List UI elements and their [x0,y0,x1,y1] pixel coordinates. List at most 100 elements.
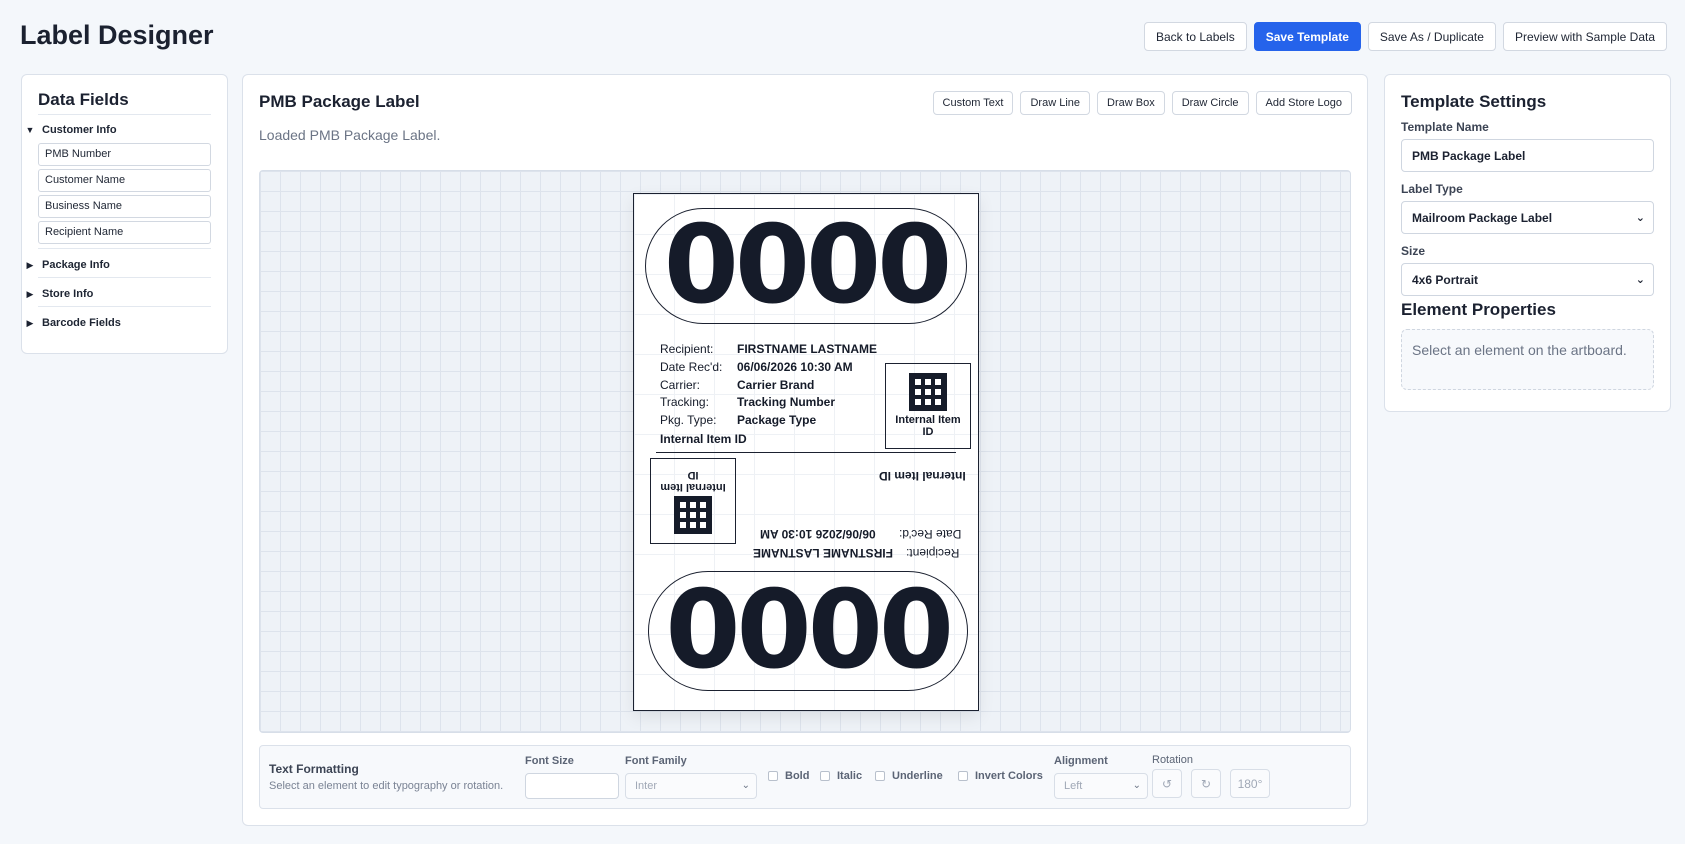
text-formatting-bar: Text Formatting Select an element to edi… [259,745,1351,809]
tracking-row[interactable]: Tracking: Tracking Number [660,395,835,409]
text-formatting-title: Text Formatting [269,762,359,776]
group-label: Package Info [42,259,110,271]
draw-line-button[interactable]: Draw Line [1020,91,1091,115]
size-label: Size [1401,244,1426,258]
flipped-recipient-key[interactable]: Recipient: [906,546,959,560]
size-value: 4x6 Portrait [1412,273,1479,287]
group-package-info[interactable]: ▶ Package Info [24,257,211,275]
carrier-row[interactable]: Carrier: Carrier Brand [660,378,814,392]
chevron-down-icon: ⌄ [741,780,750,791]
label-type-label: Label Type [1401,182,1463,196]
bold-label: Bold [785,770,810,782]
canvas-panel: PMB Package Label Loaded PMB Package Lab… [242,74,1368,826]
qr-code-icon [909,373,947,411]
font-family-label: Font Family [625,755,687,767]
field-pmb-number[interactable]: PMB Number [38,143,211,166]
checkbox-box [820,771,830,781]
draw-circle-button[interactable]: Draw Circle [1171,91,1249,115]
field-customer-name[interactable]: Customer Name [38,169,211,192]
pmb-number-text: 0000 [663,203,953,328]
row-key: Date Rec'd: [660,360,723,374]
save-template-button[interactable]: Save Template [1253,22,1361,51]
group-barcode-fields[interactable]: ▶ Barcode Fields [24,315,211,333]
checkbox-box [958,771,968,781]
flipped-internal-id-element[interactable]: Internal Item ID [879,469,966,483]
flipped-date-key[interactable]: Date Rec'd: [899,527,961,541]
top-actions: Back to Labels Save Template Save As / D… [1144,22,1667,51]
font-size-input[interactable] [525,773,619,799]
invert-colors-checkbox[interactable]: Invert Colors [958,770,1043,782]
row-value: FIRSTNAME LASTNAME [737,342,877,356]
caret-right-icon: ▶ [26,317,34,328]
row-key: Pkg. Type: [660,413,717,427]
label-canvas[interactable]: 0000 Recipient: FIRSTNAME LASTNAME Date … [633,193,979,711]
alignment-label: Alignment [1054,755,1108,767]
save-as-duplicate-button[interactable]: Save As / Duplicate [1367,22,1496,51]
row-value: Tracking Number [737,395,836,409]
label-type-value: Mailroom Package Label [1412,211,1553,225]
template-settings-title: Template Settings [1401,92,1547,111]
row-key: Recipient: [660,342,714,356]
bold-checkbox[interactable]: Bold [768,770,809,782]
internal-id-element[interactable]: Internal Item ID [660,432,747,446]
back-to-labels-button[interactable]: Back to Labels [1144,22,1247,51]
row-value: Package Type [737,413,817,427]
pmb-number-element[interactable]: 0000 [645,208,967,324]
row-key: Carrier: [660,378,701,392]
drawing-tools: Custom Text Draw Line Draw Box Draw Circ… [932,91,1352,115]
group-label: Customer Info [42,124,117,136]
flipped-recipient-value[interactable]: FIRSTNAME LASTNAME [753,546,893,560]
pmb-number-text: 0000 [665,568,951,693]
group-customer-info[interactable]: ▼ Customer Info [24,122,211,140]
italic-label: Italic [837,770,863,782]
group-store-info[interactable]: ▶ Store Info [24,286,211,304]
group-label: Store Info [42,288,94,300]
flipped-date-value[interactable]: 06/06/2026 10:30 AM [760,527,876,541]
qr-code-icon [674,496,712,534]
rotation-label: Rotation [1152,754,1193,766]
template-name-label: Template Name [1401,120,1489,134]
font-family-select[interactable]: Inter ⌄ [625,773,757,799]
divider [38,277,211,278]
data-fields-title: Data Fields [38,90,211,115]
alignment-select[interactable]: Left ⌄ [1054,773,1148,799]
rotate-right-icon[interactable]: ↻ [1191,769,1221,798]
draw-box-button[interactable]: Draw Box [1097,91,1165,115]
field-recipient-name[interactable]: Recipient Name [38,221,211,244]
package-type-row[interactable]: Pkg. Type: Package Type [660,413,816,427]
field-business-name[interactable]: Business Name [38,195,211,218]
recipient-row[interactable]: Recipient: FIRSTNAME LASTNAME [660,342,877,356]
rotate-180-button[interactable]: 180° [1230,769,1270,798]
rotate-left-icon[interactable]: ↺ [1152,769,1182,798]
qr-code-label: Internal Item ID [660,469,726,493]
flipped-pmb-number-element[interactable]: 0000 [648,568,968,693]
add-store-logo-button[interactable]: Add Store Logo [1255,91,1352,115]
label-type-select[interactable]: Mailroom Package Label ⌄ [1401,201,1654,234]
chevron-down-icon: ⌄ [1132,780,1141,791]
italic-checkbox[interactable]: Italic [820,770,862,782]
preview-sample-data-button[interactable]: Preview with Sample Data [1502,22,1667,51]
underline-checkbox[interactable]: Underline [875,770,943,782]
flipped-qr-code-element[interactable]: Internal Item ID [650,458,736,544]
size-select[interactable]: 4x6 Portrait ⌄ [1401,263,1654,296]
checkbox-box [768,771,778,781]
customer-info-items: PMB Number Customer Name Business Name R… [38,143,211,244]
app-title: Label Designer [20,20,214,50]
font-family-value: Inter [635,780,658,792]
text-formatting-hint: Select an element to edit typography or … [269,780,504,792]
internal-id-text: Internal Item ID [660,432,747,446]
element-properties-empty: Select an element on the artboard. [1401,329,1654,390]
artboard[interactable]: 0000 Recipient: FIRSTNAME LASTNAME Date … [259,170,1351,733]
date-received-row[interactable]: Date Rec'd: 06/06/2026 10:30 AM [660,360,853,374]
label-divider-line[interactable] [656,452,956,453]
chevron-down-icon: ⌄ [1635,212,1645,224]
alignment-value: Left [1064,780,1083,792]
qr-code-element[interactable]: Internal Item ID [885,363,971,449]
divider [38,248,211,249]
custom-text-button[interactable]: Custom Text [932,91,1014,115]
caret-down-icon: ▼ [25,125,35,135]
row-value: 06/06/2026 10:30 AM [737,360,853,374]
template-name-input[interactable]: PMB Package Label [1401,139,1654,172]
row-value: Carrier Brand [737,378,815,392]
caret-right-icon: ▶ [26,288,34,299]
